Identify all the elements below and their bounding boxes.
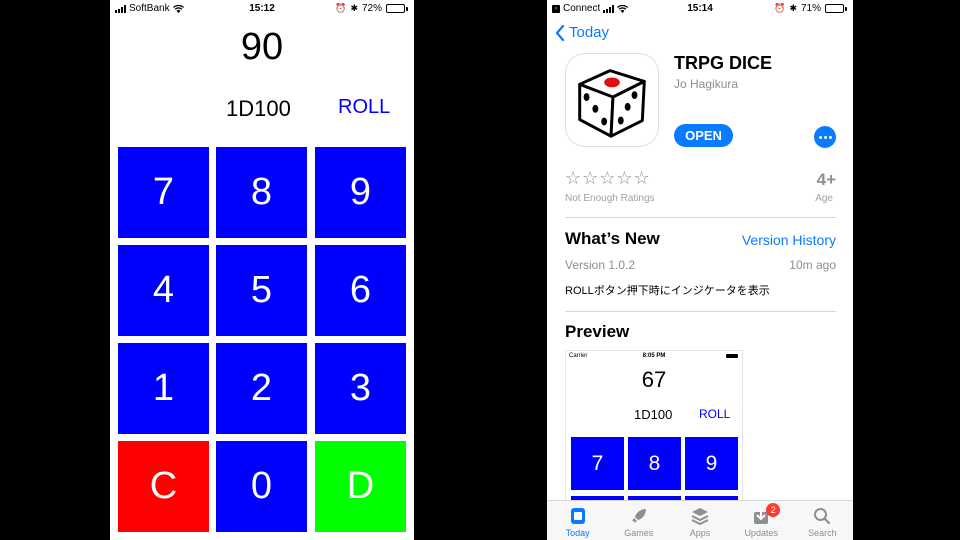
battery-icon — [825, 4, 847, 13]
release-notes: ROLLボタン押下時にインジケータを表示 — [565, 285, 770, 297]
preview-key-8: 8 — [628, 437, 681, 490]
status-bar: SoftBank 15:12 ⏰ ✱ 72% — [110, 0, 414, 18]
open-button[interactable]: OPEN — [674, 124, 733, 147]
tab-apps[interactable]: Apps — [669, 501, 730, 540]
back-button[interactable]: Today — [555, 24, 609, 41]
tab-label: Search — [808, 528, 837, 538]
whats-new-title: What’s New — [565, 229, 660, 248]
dice-icon — [578, 69, 646, 138]
release-age: 10m ago — [789, 258, 836, 272]
preview-dice-expression: 1D100 — [634, 407, 673, 422]
search-icon — [814, 508, 831, 525]
ratings-note: Not Enough Ratings — [565, 193, 655, 204]
tab-updates[interactable]: Updates 2 — [731, 501, 792, 540]
app-icon — [565, 53, 659, 147]
key-0[interactable]: 0 — [216, 441, 307, 532]
roll-result: 90 — [240, 26, 284, 68]
rocket-icon — [631, 509, 646, 523]
dice-app-screen: SoftBank 15:12 ⏰ ✱ 72% 90 1D100 ROLL 7 8… — [110, 0, 414, 540]
preview-result: 67 — [641, 367, 667, 392]
age-label: Age — [815, 193, 833, 204]
version-history-link[interactable]: Version History — [742, 232, 836, 248]
bluetooth-icon: ✱ — [350, 3, 358, 13]
key-9[interactable]: 9 — [315, 147, 406, 238]
tab-label: Apps — [689, 528, 711, 538]
rating-stars: ☆☆☆☆☆ — [565, 168, 651, 188]
status-right: ⏰ ✱ 72% — [335, 3, 408, 14]
preview-key-7: 7 — [571, 437, 624, 490]
key-3[interactable]: 3 — [315, 343, 406, 434]
key-1[interactable]: 1 — [118, 343, 209, 434]
screenshot-stage: SoftBank 15:12 ⏰ ✱ 72% 90 1D100 ROLL 7 8… — [0, 0, 960, 540]
age-rating: 4+ — [816, 170, 836, 189]
chevron-left-icon — [555, 24, 565, 41]
divider — [565, 217, 836, 218]
preview-key-9: 9 — [685, 437, 738, 490]
bluetooth-icon: ✱ — [789, 3, 797, 13]
tab-today[interactable]: Today — [547, 501, 608, 540]
stack-icon — [691, 508, 709, 526]
key-5[interactable]: 5 — [216, 245, 307, 336]
alarm-icon: ⏰ — [335, 3, 347, 13]
tab-games[interactable]: Games — [608, 501, 669, 540]
preview-battery-icon — [726, 354, 738, 358]
key-2[interactable]: 2 — [216, 343, 307, 434]
tab-search[interactable]: Search — [792, 501, 853, 540]
dice-key[interactable]: D — [315, 441, 406, 532]
preview-screenshot[interactable]: Carrier 8:05 PM 67 1D100 ROLL 7 8 9 — [565, 350, 743, 510]
today-icon — [570, 508, 585, 524]
key-8[interactable]: 8 — [216, 147, 307, 238]
preview-time: 8:05 PM — [642, 353, 666, 359]
dice-expression: 1D100 — [226, 96, 291, 121]
app-store-screen: ‹ Connect 15:14 ⏰ ✱ 71% Today TRPG DICE … — [547, 0, 853, 540]
alarm-icon: ⏰ — [774, 3, 786, 13]
key-7[interactable]: 7 — [118, 147, 209, 238]
status-right: ⏰ ✱ 71% — [774, 3, 847, 14]
more-options-button[interactable] — [814, 126, 836, 148]
status-bar: ‹ Connect 15:14 ⏰ ✱ 71% — [547, 0, 853, 18]
app-developer[interactable]: Jo Hagikura — [674, 77, 738, 91]
preview-roll-label: ROLL — [699, 407, 731, 421]
battery-percent: 71% — [800, 3, 821, 14]
app-title: TRPG DICE — [674, 53, 773, 73]
preview-title: Preview — [565, 322, 630, 341]
tab-bar: Today Games Apps Updates 2 Search — [547, 500, 853, 540]
updates-badge: 2 — [766, 503, 781, 517]
clear-key[interactable]: C — [118, 441, 209, 532]
tab-label: Games — [624, 528, 654, 538]
preview-status-bar: Carrier 8:05 PM — [566, 351, 742, 361]
back-label: Today — [569, 24, 610, 41]
tab-label: Updates — [744, 528, 778, 538]
battery-percent: 72% — [361, 3, 382, 14]
divider — [565, 311, 836, 312]
version-number: Version 1.0.2 — [565, 258, 636, 272]
key-6[interactable]: 6 — [315, 245, 406, 336]
key-4[interactable]: 4 — [118, 245, 209, 336]
battery-icon — [386, 4, 408, 13]
tab-label: Today — [565, 528, 590, 538]
roll-button[interactable]: ROLL — [338, 96, 390, 119]
